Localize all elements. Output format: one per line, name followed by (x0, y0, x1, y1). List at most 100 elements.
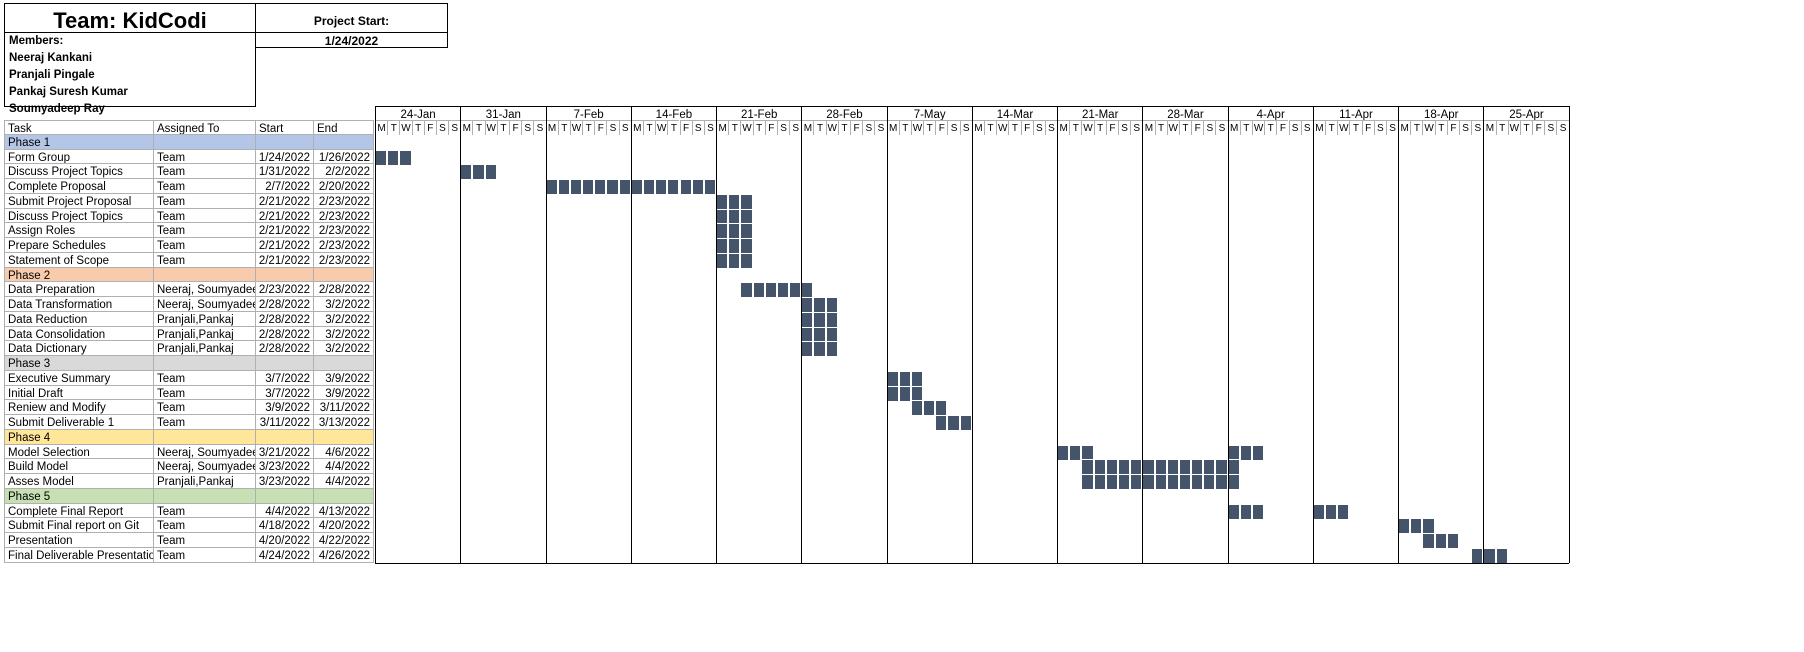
task-name-cell[interactable]: Reniew and Modify (4, 400, 154, 415)
assigned-cell[interactable]: Team (154, 503, 256, 519)
end-date-cell[interactable]: 4/6/2022 (314, 444, 374, 460)
end-date-cell[interactable]: 2/23/2022 (314, 238, 374, 253)
start-date-cell[interactable]: 3/21/2022 (256, 444, 314, 460)
start-date-cell[interactable]: 4/4/2022 (256, 503, 314, 519)
start-date-cell[interactable]: 2/28/2022 (256, 341, 314, 356)
end-date-cell[interactable]: 3/11/2022 (314, 400, 374, 415)
assigned-cell[interactable]: Neeraj, Soumyadeep (154, 444, 256, 460)
assigned-cell[interactable]: Team (154, 252, 256, 268)
task-name-cell[interactable]: Presentation (4, 533, 154, 548)
phase-cell[interactable] (154, 356, 256, 371)
end-date-cell[interactable]: 3/2/2022 (314, 326, 374, 342)
end-date-cell[interactable]: 3/9/2022 (314, 385, 374, 401)
start-date-cell[interactable]: 3/23/2022 (256, 459, 314, 474)
phase-label[interactable]: Phase 3 (4, 356, 154, 371)
phase-cell[interactable] (154, 134, 256, 150)
task-name-cell[interactable]: Data Consolidation (4, 326, 154, 342)
task-name-cell[interactable]: Data Transformation (4, 297, 154, 312)
phase-cell[interactable] (256, 488, 314, 504)
assigned-cell[interactable]: Team (154, 223, 256, 238)
phase-cell[interactable] (314, 429, 374, 445)
phase-cell[interactable] (314, 356, 374, 371)
phase-label[interactable]: Phase 2 (4, 267, 154, 283)
assigned-cell[interactable]: Team (154, 385, 256, 401)
assigned-cell[interactable]: Team (154, 370, 256, 386)
start-date-cell[interactable]: 4/24/2022 (256, 547, 314, 563)
task-name-cell[interactable]: Data Reduction (4, 311, 154, 327)
phase-cell[interactable] (314, 267, 374, 283)
end-date-cell[interactable]: 2/28/2022 (314, 282, 374, 297)
col-header-task[interactable]: Task (4, 120, 154, 135)
start-date-cell[interactable]: 2/21/2022 (256, 193, 314, 209)
task-name-cell[interactable]: Submit Final report on Git (4, 518, 154, 533)
start-date-cell[interactable]: 2/28/2022 (256, 297, 314, 312)
end-date-cell[interactable]: 4/26/2022 (314, 547, 374, 563)
end-date-cell[interactable]: 3/2/2022 (314, 297, 374, 312)
phase-cell[interactable] (154, 488, 256, 504)
end-date-cell[interactable]: 2/23/2022 (314, 193, 374, 209)
assigned-cell[interactable]: Team (154, 164, 256, 179)
start-date-cell[interactable]: 3/7/2022 (256, 370, 314, 386)
phase-cell[interactable] (154, 429, 256, 445)
end-date-cell[interactable]: 2/23/2022 (314, 252, 374, 268)
start-date-cell[interactable]: 2/28/2022 (256, 311, 314, 327)
start-date-cell[interactable]: 1/24/2022 (256, 149, 314, 165)
task-name-cell[interactable]: Model Selection (4, 444, 154, 460)
assigned-cell[interactable]: Pranjali,Pankaj (154, 341, 256, 356)
end-date-cell[interactable]: 2/23/2022 (314, 223, 374, 238)
phase-label[interactable]: Phase 4 (4, 429, 154, 445)
col-header-assigned[interactable]: Assigned To (154, 120, 256, 135)
task-name-cell[interactable]: Discuss Project Topics (4, 164, 154, 179)
end-date-cell[interactable]: 3/13/2022 (314, 415, 374, 430)
assigned-cell[interactable]: Neeraj, Soumyadeep (154, 297, 256, 312)
phase-cell[interactable] (314, 488, 374, 504)
task-name-cell[interactable]: Data Preparation (4, 282, 154, 297)
start-date-cell[interactable]: 2/21/2022 (256, 252, 314, 268)
assigned-cell[interactable]: Team (154, 547, 256, 563)
start-date-cell[interactable]: 2/7/2022 (256, 179, 314, 194)
phase-cell[interactable] (256, 267, 314, 283)
phase-cell[interactable] (154, 267, 256, 283)
phase-cell[interactable] (256, 134, 314, 150)
assigned-cell[interactable]: Team (154, 533, 256, 548)
end-date-cell[interactable]: 2/20/2022 (314, 179, 374, 194)
task-name-cell[interactable]: Complete Proposal (4, 179, 154, 194)
phase-label[interactable]: Phase 5 (4, 488, 154, 504)
task-name-cell[interactable]: Data Dictionary (4, 341, 154, 356)
task-name-cell[interactable]: Discuss Project Topics (4, 208, 154, 224)
start-date-cell[interactable]: 2/21/2022 (256, 223, 314, 238)
assigned-cell[interactable]: Team (154, 415, 256, 430)
phase-cell[interactable] (256, 429, 314, 445)
assigned-cell[interactable]: Team (154, 149, 256, 165)
assigned-cell[interactable]: Pranjali,Pankaj (154, 326, 256, 342)
task-name-cell[interactable]: Asses Model (4, 474, 154, 489)
assigned-cell[interactable]: Pranjali,Pankaj (154, 311, 256, 327)
assigned-cell[interactable]: Neeraj, Soumyadeep (154, 282, 256, 297)
assigned-cell[interactable]: Team (154, 238, 256, 253)
task-name-cell[interactable]: Initial Draft (4, 385, 154, 401)
end-date-cell[interactable]: 2/23/2022 (314, 208, 374, 224)
task-name-cell[interactable]: Build Model (4, 459, 154, 474)
task-name-cell[interactable]: Complete Final Report (4, 503, 154, 519)
end-date-cell[interactable]: 2/2/2022 (314, 164, 374, 179)
task-name-cell[interactable]: Prepare Schedules (4, 238, 154, 253)
assigned-cell[interactable]: Pranjali,Pankaj (154, 474, 256, 489)
start-date-cell[interactable]: 3/9/2022 (256, 400, 314, 415)
start-date-cell[interactable]: 2/28/2022 (256, 326, 314, 342)
end-date-cell[interactable]: 4/22/2022 (314, 533, 374, 548)
start-date-cell[interactable]: 2/23/2022 (256, 282, 314, 297)
task-name-cell[interactable]: Submit Project Proposal (4, 193, 154, 209)
task-name-cell[interactable]: Statement of Scope (4, 252, 154, 268)
start-date-cell[interactable]: 3/7/2022 (256, 385, 314, 401)
task-name-cell[interactable]: Final Deliverable Presentation (4, 547, 154, 563)
col-header-start[interactable]: Start (256, 120, 314, 135)
end-date-cell[interactable]: 4/4/2022 (314, 459, 374, 474)
col-header-end[interactable]: End (314, 120, 374, 135)
end-date-cell[interactable]: 1/26/2022 (314, 149, 374, 165)
assigned-cell[interactable]: Team (154, 208, 256, 224)
assigned-cell[interactable]: Team (154, 179, 256, 194)
start-date-cell[interactable]: 1/31/2022 (256, 164, 314, 179)
assigned-cell[interactable]: Team (154, 193, 256, 209)
start-date-cell[interactable]: 3/11/2022 (256, 415, 314, 430)
end-date-cell[interactable]: 4/13/2022 (314, 503, 374, 519)
